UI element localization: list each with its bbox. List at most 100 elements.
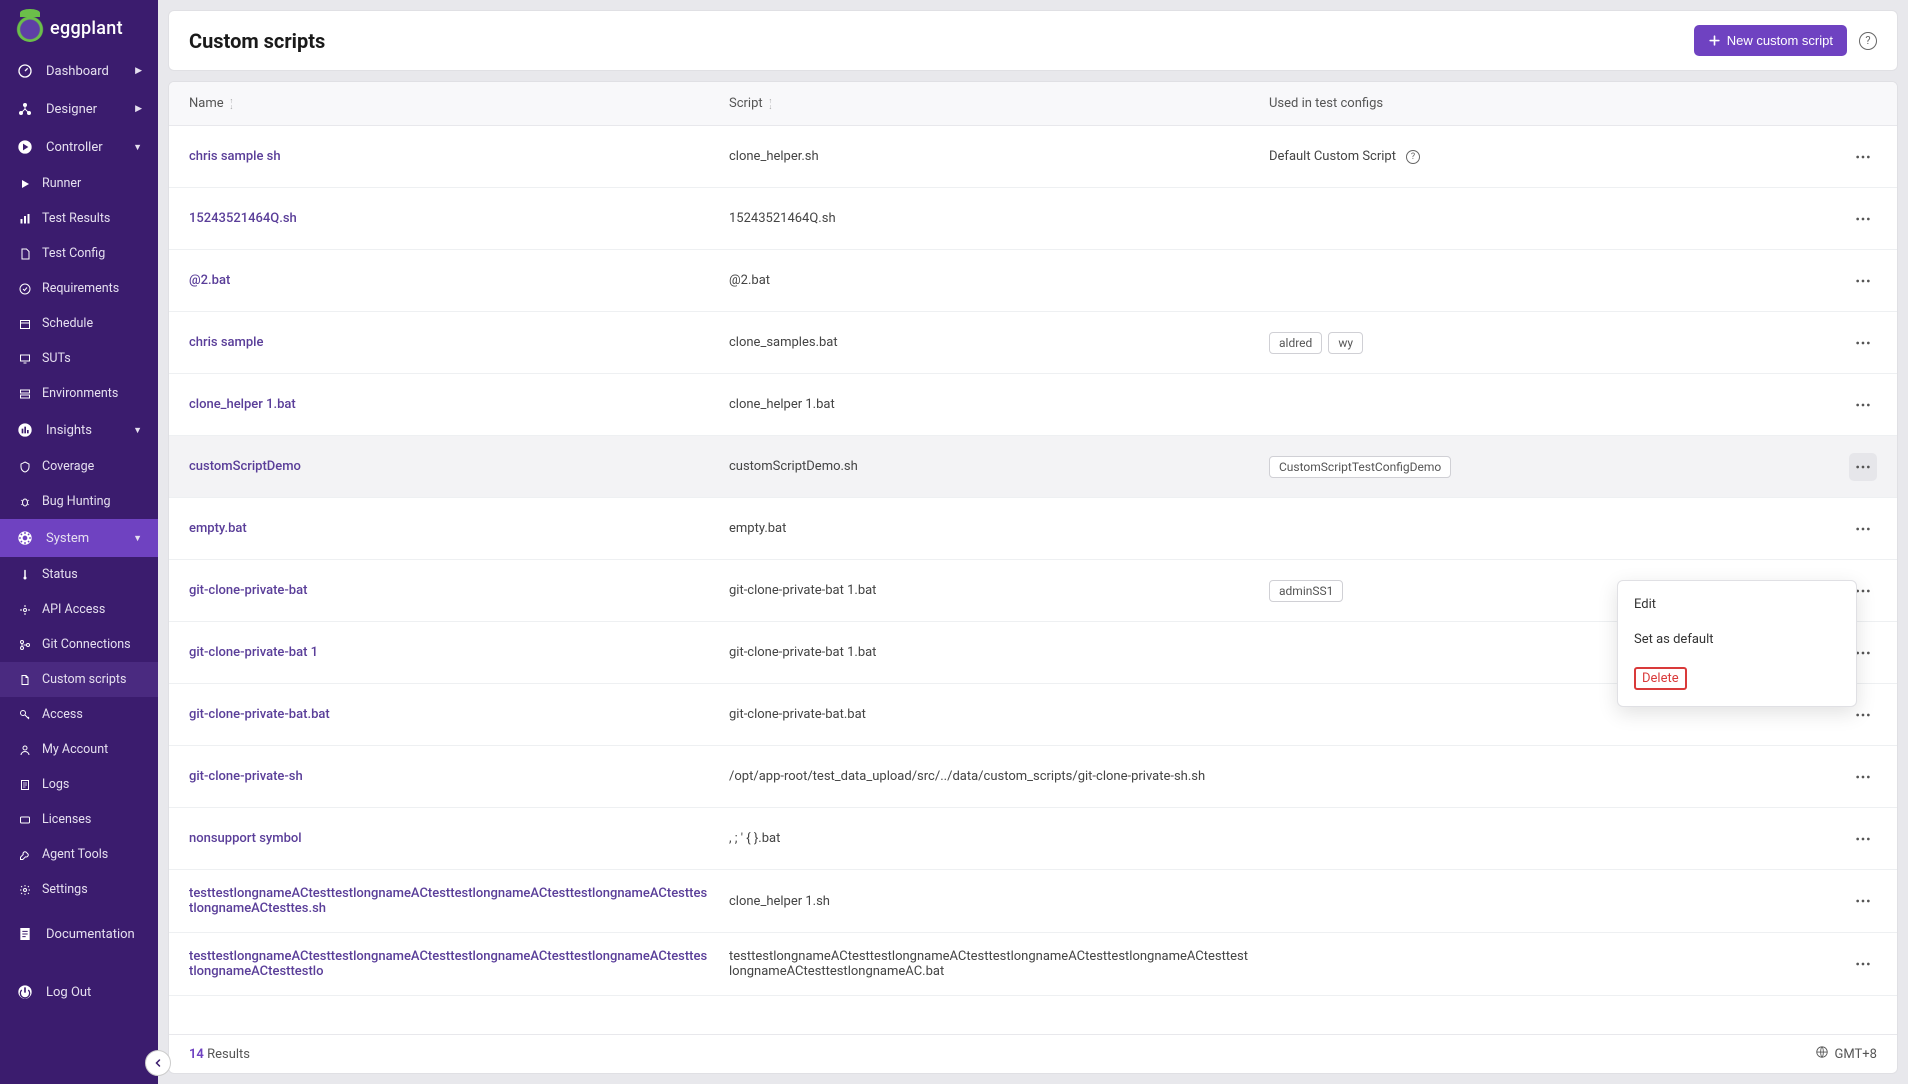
row-actions-button[interactable] — [1849, 267, 1877, 295]
row-actions-button[interactable] — [1849, 950, 1877, 978]
script-name-link[interactable]: chris sample — [189, 335, 263, 350]
nav-label: Log Out — [46, 985, 91, 1000]
table-row[interactable]: @2.bat@2.bat — [169, 250, 1897, 312]
nav-coverage[interactable]: Coverage — [0, 449, 158, 484]
nav-my-account[interactable]: My Account — [0, 732, 158, 767]
nav: Dashboard ▶ Designer ▶ Controller ▼ Runn… — [0, 52, 158, 1084]
row-actions-button[interactable] — [1849, 763, 1877, 791]
nav-test-results[interactable]: Test Results — [0, 201, 158, 236]
help-icon[interactable]: ? — [1859, 32, 1877, 50]
nav-test-config[interactable]: Test Config — [0, 236, 158, 271]
table-row[interactable]: testtestlongnameACtesttestlongnameACtest… — [169, 933, 1897, 996]
new-custom-script-button[interactable]: New custom script — [1694, 25, 1847, 56]
nav-logout[interactable]: Log Out — [0, 973, 158, 1011]
nav-schedule[interactable]: Schedule — [0, 306, 158, 341]
nav-access[interactable]: Access — [0, 697, 158, 732]
table-row[interactable]: git-clone-private-sh/opt/app-root/test_d… — [169, 746, 1897, 808]
nav-suts[interactable]: SUTs — [0, 341, 158, 376]
row-actions-button[interactable] — [1849, 143, 1877, 171]
row-actions-button[interactable] — [1849, 453, 1877, 481]
nav-status[interactable]: Status — [0, 557, 158, 592]
nav-bug-hunting[interactable]: Bug Hunting — [0, 484, 158, 519]
row-actions-button[interactable] — [1849, 329, 1877, 357]
script-file: , ; ' { }.bat — [729, 831, 780, 846]
caret-right-icon: ▶ — [135, 104, 142, 114]
nav-dashboard[interactable]: Dashboard ▶ — [0, 52, 158, 90]
config-tag[interactable]: wy — [1328, 332, 1363, 354]
script-name-link[interactable]: git-clone-private-sh — [189, 769, 303, 784]
table-row[interactable]: chris sampleclone_samples.bataldredwy — [169, 312, 1897, 374]
script-file: git-clone-private-bat 1.bat — [729, 583, 876, 598]
info-icon[interactable]: ? — [1406, 150, 1420, 164]
gear-icon — [16, 529, 34, 547]
table-row[interactable]: 15243521464Q.sh15243521464Q.sh — [169, 188, 1897, 250]
server-icon — [18, 387, 32, 401]
caret-down-icon: ▼ — [133, 142, 142, 153]
table-row[interactable]: empty.bat empty.bat — [169, 498, 1897, 560]
table-row[interactable]: testtestlongnameACtesttestlongnameACtest… — [169, 870, 1897, 933]
table-scroll[interactable]: Name ↑↓ Script ↑↓ Used in test configs — [169, 82, 1897, 1034]
nav-label: Test Results — [42, 211, 110, 226]
nav-label: Bug Hunting — [42, 494, 111, 509]
nav-custom-scripts[interactable]: Custom scripts — [0, 662, 158, 697]
nav-agent-tools[interactable]: Agent Tools — [0, 837, 158, 872]
script-name-link[interactable]: customScriptDemo — [189, 459, 301, 474]
nav-requirements[interactable]: Requirements — [0, 271, 158, 306]
nav-logs[interactable]: Logs — [0, 767, 158, 802]
globe-icon — [1815, 1045, 1829, 1063]
script-name-link[interactable]: git-clone-private-bat.bat — [189, 707, 330, 722]
config-tag[interactable]: CustomScriptTestConfigDemo — [1269, 456, 1451, 478]
nav-documentation[interactable]: Documentation — [0, 915, 158, 953]
nav-label: Logs — [42, 777, 69, 792]
script-name-link[interactable]: testtestlongnameACtesttestlongnameACtest… — [189, 949, 707, 979]
nav-runner[interactable]: Runner — [0, 166, 158, 201]
row-actions-button[interactable] — [1849, 205, 1877, 233]
script-name-link[interactable]: @2.bat — [189, 273, 230, 288]
config-tag[interactable]: aldred — [1269, 332, 1322, 354]
script-name-link[interactable]: testtestlongnameACtesttestlongnameACtest… — [189, 886, 707, 916]
row-actions-button[interactable] — [1849, 515, 1877, 543]
script-name-link[interactable]: git-clone-private-bat — [189, 583, 307, 598]
logo: eggplant — [0, 0, 158, 52]
timezone[interactable]: GMT+8 — [1815, 1045, 1877, 1063]
nav-api-access[interactable]: API Access — [0, 592, 158, 627]
column-header-name[interactable]: Name ↑↓ — [189, 96, 233, 111]
caret-down-icon: ▼ — [133, 425, 142, 436]
nav-settings[interactable]: Settings — [0, 872, 158, 907]
nav-label: Status — [42, 567, 78, 582]
table-row[interactable]: nonsupport symbol , ; ' { }.bat — [169, 808, 1897, 870]
nav-label: Documentation — [46, 927, 135, 942]
script-name-link[interactable]: chris sample sh — [189, 149, 281, 164]
logo-icon — [16, 14, 44, 42]
nav-licenses[interactable]: Licenses — [0, 802, 158, 837]
key-icon — [18, 708, 32, 722]
logs-icon — [18, 778, 32, 792]
row-actions-button[interactable] — [1849, 391, 1877, 419]
script-file: empty.bat — [729, 521, 786, 536]
script-name-link[interactable]: clone_helper 1.bat — [189, 397, 296, 412]
script-name-link[interactable]: 15243521464Q.sh — [189, 211, 297, 226]
row-actions-button[interactable] — [1849, 825, 1877, 853]
collapse-sidebar-button[interactable] — [145, 1050, 171, 1076]
nav-controller[interactable]: Controller ▼ — [0, 128, 158, 166]
table-row[interactable]: customScriptDemocustomScriptDemo.shCusto… — [169, 436, 1897, 498]
column-label: Name — [189, 96, 224, 111]
table-row[interactable]: clone_helper 1.bat clone_helper 1.bat — [169, 374, 1897, 436]
row-actions-button[interactable] — [1849, 887, 1877, 915]
nav-environments[interactable]: Environments — [0, 376, 158, 411]
script-name-link[interactable]: empty.bat — [189, 521, 247, 536]
menu-delete[interactable]: Delete — [1618, 657, 1856, 700]
menu-set-default[interactable]: Set as default — [1618, 622, 1856, 657]
nav-designer[interactable]: Designer ▶ — [0, 90, 158, 128]
nav-label: Agent Tools — [42, 847, 108, 862]
menu-edit[interactable]: Edit — [1618, 587, 1856, 622]
nav-system[interactable]: System ▼ — [0, 519, 158, 557]
script-name-link[interactable]: nonsupport symbol — [189, 831, 302, 846]
config-tag[interactable]: adminSS1 — [1269, 580, 1343, 602]
column-header-script[interactable]: Script ↑↓ — [729, 96, 772, 111]
script-name-link[interactable]: git-clone-private-bat 1 — [189, 645, 318, 660]
nav-git-connections[interactable]: Git Connections — [0, 627, 158, 662]
script-file: clone_helper 1.bat — [729, 397, 835, 412]
table-row[interactable]: chris sample shclone_helper.shDefault Cu… — [169, 126, 1897, 188]
nav-insights[interactable]: Insights ▼ — [0, 411, 158, 449]
